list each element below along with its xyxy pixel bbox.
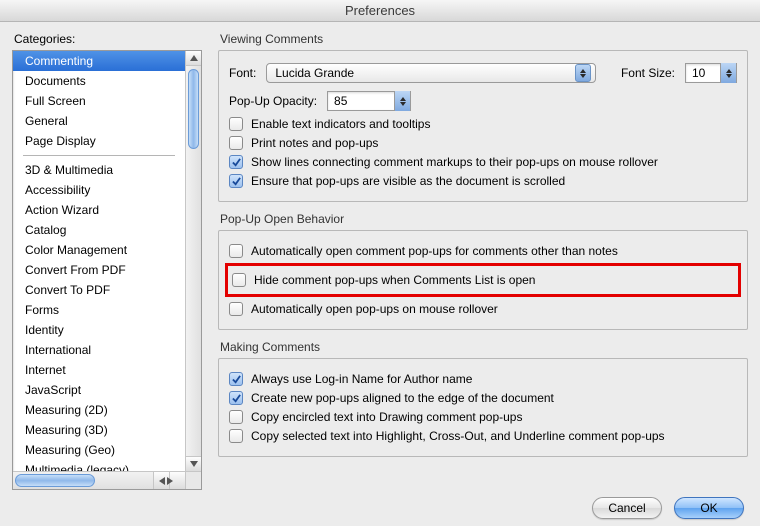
- highlight-annotation: Hide comment pop-ups when Comments List …: [225, 263, 741, 297]
- category-item[interactable]: Measuring (2D): [13, 400, 185, 420]
- category-item[interactable]: JavaScript: [13, 380, 185, 400]
- making-comments-title: Making Comments: [220, 340, 748, 354]
- ok-button[interactable]: OK: [674, 497, 744, 519]
- opacity-value: 85: [334, 94, 394, 108]
- category-item[interactable]: Accessibility: [13, 180, 185, 200]
- font-value: Lucida Grande: [275, 66, 569, 80]
- category-separator: [23, 155, 175, 156]
- categories-listbox[interactable]: CommentingDocumentsFull ScreenGeneralPag…: [12, 50, 202, 490]
- font-size-label: Font Size:: [621, 66, 675, 80]
- category-item[interactable]: Internet: [13, 360, 185, 380]
- category-item[interactable]: Documents: [13, 71, 185, 91]
- font-size-field[interactable]: 10: [685, 63, 737, 83]
- checkbox-label: Hide comment pop-ups when Comments List …: [254, 273, 535, 287]
- scroll-right-arrow[interactable]: [169, 472, 185, 489]
- category-item[interactable]: Identity: [13, 320, 185, 340]
- category-item[interactable]: Multimedia (legacy): [13, 460, 185, 471]
- category-item[interactable]: 3D & Multimedia: [13, 160, 185, 180]
- vertical-scrollbar[interactable]: [185, 51, 201, 471]
- category-item[interactable]: Page Display: [13, 131, 185, 151]
- scroll-corner: [185, 471, 201, 489]
- checkbox-label: Always use Log-in Name for Author name: [251, 372, 472, 386]
- checkbox[interactable]: [229, 117, 243, 131]
- category-item[interactable]: Color Management: [13, 240, 185, 260]
- popup-behavior-title: Pop-Up Open Behavior: [220, 212, 748, 226]
- checkbox[interactable]: [229, 302, 243, 316]
- category-item[interactable]: General: [13, 111, 185, 131]
- vertical-scroll-thumb[interactable]: [188, 69, 199, 149]
- checkbox[interactable]: [229, 174, 243, 188]
- category-item[interactable]: Measuring (Geo): [13, 440, 185, 460]
- checkbox-label: Show lines connecting comment markups to…: [251, 155, 658, 169]
- font-size-value: 10: [692, 66, 720, 80]
- scroll-down-arrow[interactable]: [186, 456, 201, 471]
- viewing-comments-group: Font: Lucida Grande Font Size: 10 Pop-Up…: [218, 50, 748, 202]
- dialog-footer: Cancel OK: [0, 490, 760, 526]
- checkbox-label: Copy selected text into Highlight, Cross…: [251, 429, 665, 443]
- category-item[interactable]: Action Wizard: [13, 200, 185, 220]
- checkbox[interactable]: [229, 244, 243, 258]
- checkbox[interactable]: [229, 391, 243, 405]
- category-item[interactable]: Forms: [13, 300, 185, 320]
- category-item[interactable]: Catalog: [13, 220, 185, 240]
- scroll-up-arrow[interactable]: [186, 51, 201, 66]
- font-label: Font:: [229, 66, 256, 80]
- checkbox[interactable]: [229, 429, 243, 443]
- category-item[interactable]: Full Screen: [13, 91, 185, 111]
- checkbox[interactable]: [232, 273, 246, 287]
- category-item[interactable]: International: [13, 340, 185, 360]
- checkbox[interactable]: [229, 372, 243, 386]
- checkbox-label: Enable text indicators and tooltips: [251, 117, 430, 131]
- checkbox-label: Copy encircled text into Drawing comment…: [251, 410, 522, 424]
- categories-label: Categories:: [14, 32, 202, 46]
- window-titlebar: Preferences: [0, 0, 760, 22]
- category-item[interactable]: Convert To PDF: [13, 280, 185, 300]
- checkbox[interactable]: [229, 136, 243, 150]
- checkbox[interactable]: [229, 410, 243, 424]
- making-comments-group: Always use Log-in Name for Author name Cr…: [218, 358, 748, 457]
- category-item[interactable]: Commenting: [13, 51, 185, 71]
- checkbox-label: Print notes and pop-ups: [251, 136, 378, 150]
- horizontal-scroll-thumb[interactable]: [15, 474, 95, 487]
- cancel-button[interactable]: Cancel: [592, 497, 662, 519]
- checkbox-label: Automatically open comment pop-ups for c…: [251, 244, 618, 258]
- category-item[interactable]: Measuring (3D): [13, 420, 185, 440]
- category-item[interactable]: Convert From PDF: [13, 260, 185, 280]
- dropdown-button-icon: [720, 63, 736, 83]
- checkbox[interactable]: [229, 155, 243, 169]
- checkbox-label: Automatically open pop-ups on mouse roll…: [251, 302, 498, 316]
- viewing-comments-title: Viewing Comments: [220, 32, 748, 46]
- horizontal-scrollbar[interactable]: [13, 471, 185, 489]
- opacity-label: Pop-Up Opacity:: [229, 94, 317, 108]
- dropdown-button-icon: [575, 64, 591, 82]
- popup-opacity-field[interactable]: 85: [327, 91, 411, 111]
- font-select[interactable]: Lucida Grande: [266, 63, 596, 83]
- popup-behavior-group: Automatically open comment pop-ups for c…: [218, 230, 748, 330]
- dropdown-button-icon: [394, 91, 410, 111]
- window-title: Preferences: [345, 3, 415, 18]
- checkbox-label: Create new pop-ups aligned to the edge o…: [251, 391, 554, 405]
- checkbox-label: Ensure that pop-ups are visible as the d…: [251, 174, 565, 188]
